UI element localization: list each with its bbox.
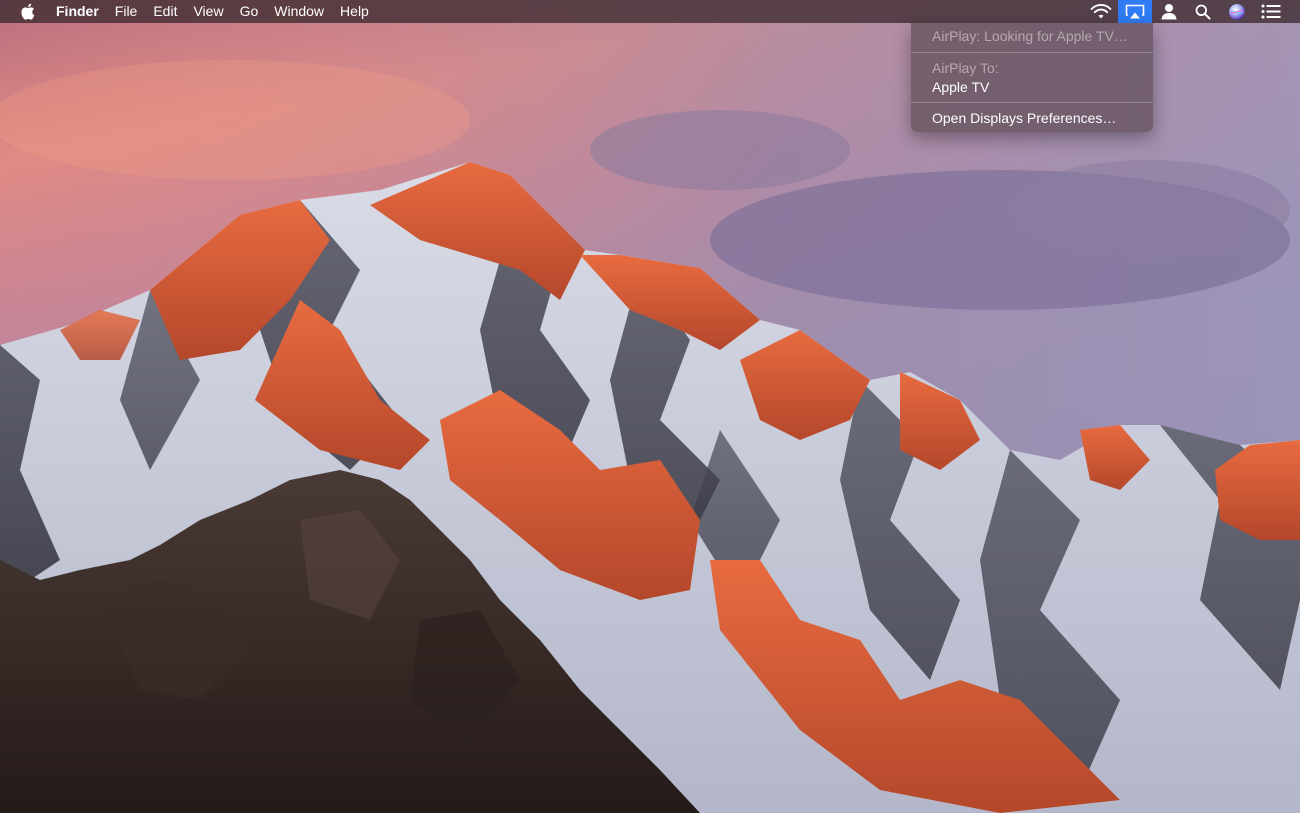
menu-separator	[911, 102, 1153, 103]
menu-separator	[911, 52, 1153, 53]
open-displays-preferences-item[interactable]: Open Displays Preferences…	[932, 110, 1116, 126]
user-icon[interactable]	[1152, 0, 1186, 23]
airplay-status-item: AirPlay: Looking for Apple TV…	[932, 28, 1128, 44]
siri-icon[interactable]	[1220, 0, 1254, 23]
menu-bar-status-area	[1084, 0, 1300, 23]
menu-edit[interactable]: Edit	[145, 0, 185, 23]
wifi-icon[interactable]	[1084, 0, 1118, 23]
desktop: Finder File Edit View Go Window Help Air…	[0, 0, 1300, 813]
menu-view[interactable]: View	[185, 0, 231, 23]
apple-logo-icon[interactable]	[18, 0, 36, 23]
menu-go[interactable]: Go	[232, 0, 267, 23]
airplay-device-apple-tv[interactable]: Apple TV	[932, 79, 989, 95]
menu-bar-left: Finder File Edit View Go Window Help	[0, 0, 377, 23]
menu-app-name[interactable]: Finder	[56, 0, 107, 23]
airplay-icon[interactable]	[1118, 0, 1152, 23]
notification-center-icon[interactable]	[1254, 0, 1288, 23]
menu-bar: Finder File Edit View Go Window Help	[0, 0, 1300, 23]
airplay-menu: AirPlay: Looking for Apple TV… AirPlay T…	[911, 23, 1153, 132]
menu-help[interactable]: Help	[332, 0, 377, 23]
menu-window[interactable]: Window	[266, 0, 332, 23]
airplay-to-label: AirPlay To:	[932, 60, 999, 76]
menu-file[interactable]: File	[107, 0, 146, 23]
spotlight-search-icon[interactable]	[1186, 0, 1220, 23]
